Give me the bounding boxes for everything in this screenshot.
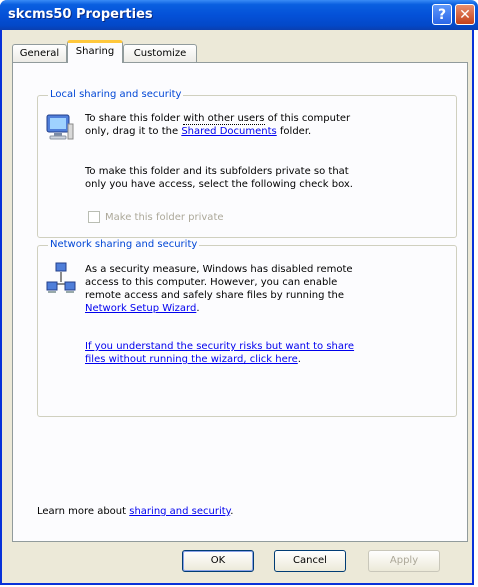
close-button[interactable]: ✕ — [455, 4, 475, 25]
network-sharing-legend: Network sharing and security — [48, 239, 200, 250]
apply-button[interactable]: Apply — [368, 550, 440, 572]
network-text-line-1: As a security measure, Windows has disab… — [85, 264, 353, 275]
sharing-security-link[interactable]: sharing and security — [129, 506, 230, 517]
wizard-link-line: Network Setup Wizard. — [85, 303, 200, 314]
risk-link-line-2: files without running the wizard, click … — [85, 354, 301, 365]
private-text-line-2: only you have access, select the followi… — [85, 179, 353, 190]
network-setup-wizard-link[interactable]: Network Setup Wizard — [85, 303, 196, 314]
network-icon — [46, 262, 76, 293]
computer-icon — [46, 114, 74, 140]
tab-sharing[interactable]: Sharing — [67, 40, 123, 63]
other-users-term[interactable]: with other users — [183, 113, 265, 125]
network-text-line-2: access to this computer. However, you ca… — [85, 277, 338, 288]
tab-general[interactable]: General — [12, 44, 67, 62]
risk-link-line-1: If you understand the security risks but… — [85, 340, 354, 353]
network-text-line-3: remote access and safely share files by … — [85, 290, 345, 301]
window-title: skcms50 Properties — [8, 7, 153, 22]
local-share-line-2: only, drag it to the Shared Documents fo… — [85, 126, 312, 137]
private-text-line-1: To make this folder and its subfolders p… — [85, 166, 349, 177]
local-sharing-legend: Local sharing and security — [48, 89, 184, 100]
ok-button[interactable]: OK — [182, 550, 254, 572]
cancel-button[interactable]: Cancel — [274, 550, 346, 572]
make-private-label[interactable]: Make this folder private — [105, 211, 224, 224]
title-bar[interactable]: skcms50 Properties ? ✕ — [0, 0, 478, 30]
tab-customize[interactable]: Customize — [123, 44, 197, 62]
shared-documents-link[interactable]: Shared Documents — [181, 126, 276, 137]
make-private-checkbox[interactable] — [88, 211, 100, 223]
risk-link-part-2[interactable]: files without running the wizard, click … — [85, 354, 298, 365]
risk-link-part-1[interactable]: If you understand the security risks but… — [85, 341, 354, 352]
learn-more-line: Learn more about sharing and security. — [37, 506, 234, 517]
properties-dialog: skcms50 Properties ? ✕ General Sharing C… — [0, 0, 478, 585]
local-share-line-1: To share this folder with other users of… — [85, 113, 351, 125]
help-button[interactable]: ? — [432, 4, 452, 25]
